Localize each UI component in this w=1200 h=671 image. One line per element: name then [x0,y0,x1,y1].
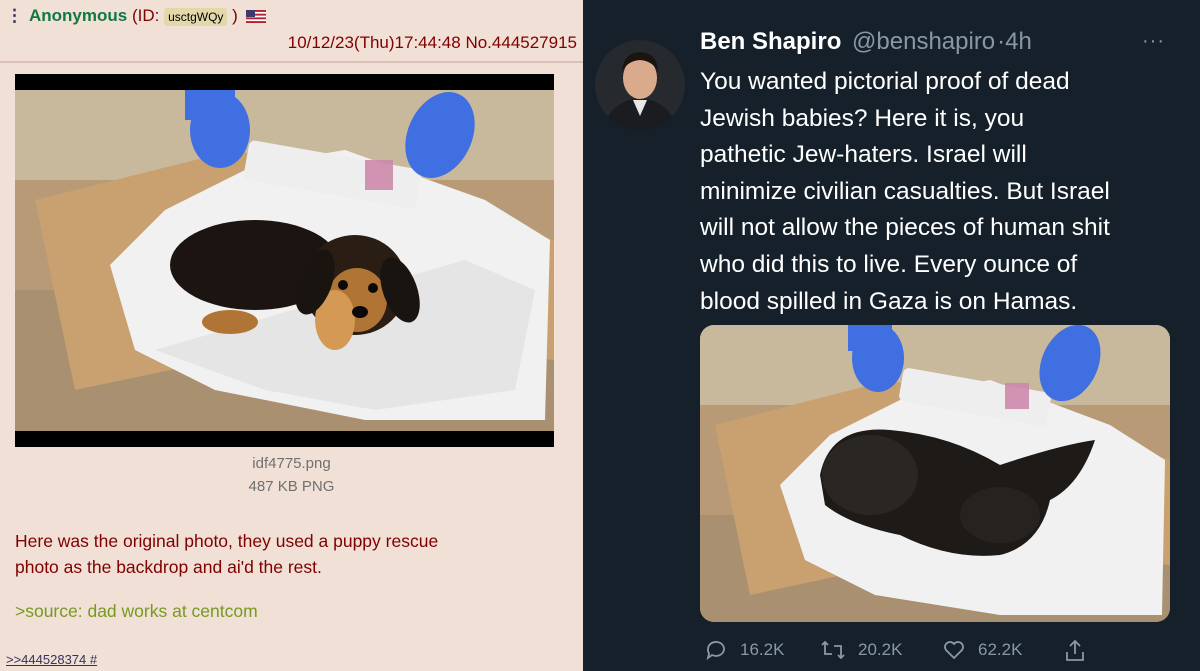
puppy-photo [15,90,554,431]
charred-body-photo [700,325,1170,622]
like-button[interactable]: 62.2K [942,638,1022,662]
user-handle[interactable]: @benshapiro [852,28,995,55]
reply-backlink[interactable]: >>444528374 # [6,652,97,667]
more-options-icon[interactable]: ··· [1142,30,1165,53]
share-button[interactable] [1063,638,1099,664]
imageboard-post: ⋮ Anonymous (ID: usctgWQy ) 10/12/23(Thu)… [0,0,583,671]
poster-id-close: ) [232,6,238,25]
post-meta: 10/12/23(Thu)17:44:48 No.444527915 [288,33,577,53]
divider [0,61,583,63]
tweet-line: blood spilled in Gaza is on Hamas. [700,287,1078,315]
post-header: ⋮ Anonymous (ID: usctgWQy ) [6,6,266,26]
tweet-line: who did this to live. Every ounce of [700,250,1078,278]
tweet-text: You wanted pictorial proof of dead Jewis… [700,64,1190,320]
us-flag-icon [245,10,266,24]
comment-line: photo as the backdrop and ai'd the rest. [15,557,322,577]
tweet-line: will not allow the pieces of human shit [700,214,1110,242]
comment-line: Here was the original photo, they used a… [15,531,439,551]
post-image[interactable] [15,74,554,447]
tweet-line: You wanted pictorial proof of dead [700,68,1070,95]
poster-id[interactable]: usctgWQy [164,7,228,26]
poster-name: Anonymous [29,6,128,25]
poster-id-label: (ID: [131,6,160,25]
heart-icon [944,641,964,660]
display-name[interactable]: Ben Shapiro [700,28,841,55]
greentext-line: >source: dad works at centcom [15,601,258,621]
avatar[interactable] [595,40,685,130]
post-comment: Here was the original photo, they used a… [15,528,555,580]
tweet-time[interactable]: 4h [1005,28,1032,55]
tweet-line: Jewish babies? Here it is, you [700,104,1025,132]
reply-button[interactable]: 16.2K [704,638,784,662]
post-menu-icon[interactable]: ⋮ [6,6,23,25]
retweet-icon [821,640,845,660]
separator-dot: · [997,28,1006,55]
share-icon [1066,639,1084,661]
tweet-image[interactable] [700,325,1170,622]
tweet-header: Ben Shapiro @benshapiro·4h [700,28,1032,56]
file-name[interactable]: idf4775.png [0,455,583,472]
tweet-line: pathetic Jew-haters. Israel will [700,141,1027,169]
retweet-button[interactable]: 20.2K [820,638,902,662]
retweet-count: 20.2K [858,640,903,659]
reply-count: 16.2K [740,640,785,659]
file-info: 487 KB PNG [248,478,335,495]
post-number[interactable]: No.444527915 [465,33,577,52]
tweet-line: minimize civilian casualties. But Israel [700,177,1110,205]
like-count: 62.2K [978,640,1023,659]
reply-icon [706,641,725,661]
post-datetime: 10/12/23(Thu)17:44:48 [287,33,461,52]
